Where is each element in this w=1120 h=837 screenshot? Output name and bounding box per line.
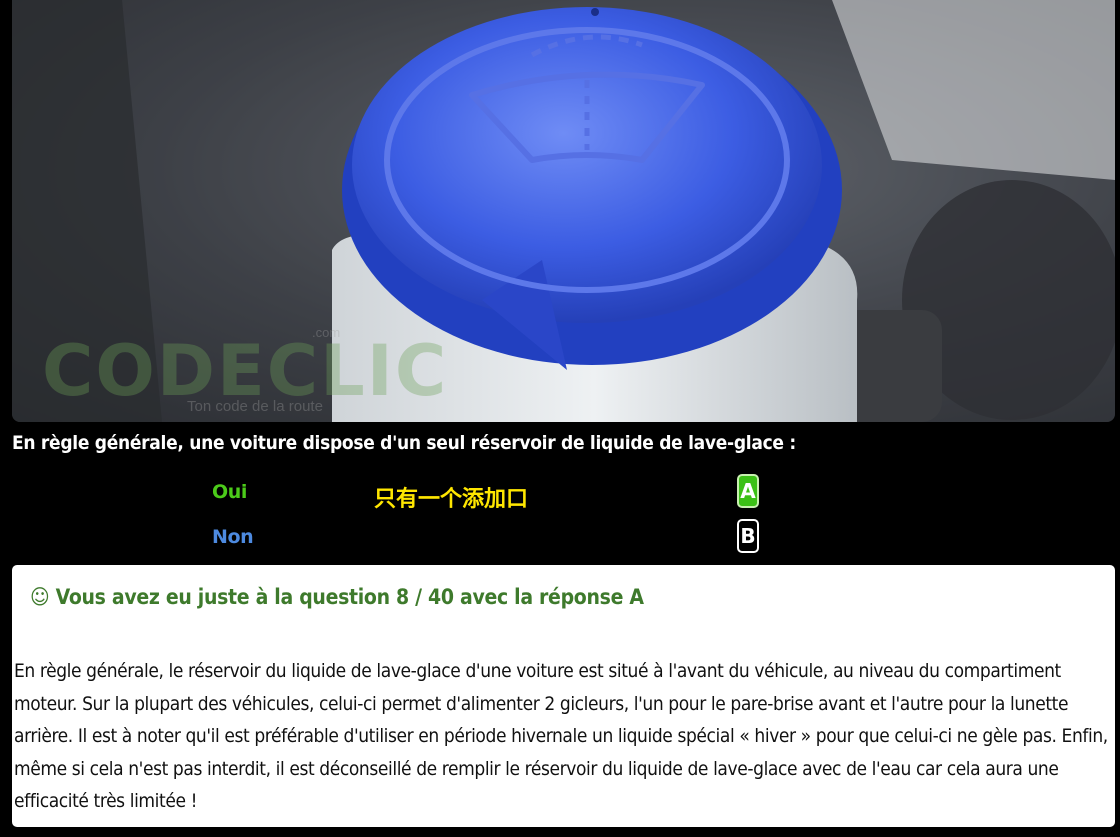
answer-b-label[interactable]: Non — [212, 526, 254, 548]
answer-b-button[interactable]: B — [737, 519, 759, 553]
result-explanation: En règle générale, le réservoir du liqui… — [14, 660, 1108, 812]
watermark-tld: .com — [312, 325, 341, 340]
answer-a-label[interactable]: Oui — [212, 481, 247, 503]
question-photo: CODECLIC .com Ton code de la route — [12, 0, 1115, 422]
answer-a-button[interactable]: A — [737, 474, 759, 508]
result-panel: ☺ Vous avez eu juste à la question 8 / 4… — [12, 565, 1115, 827]
question-text: En règle générale, une voiture dispose d… — [12, 432, 796, 454]
user-note: 只有一个添加口 — [374, 486, 529, 511]
watermark-tagline: Ton code de la route — [187, 398, 323, 415]
result-title: ☺ Vous avez eu juste à la question 8 / 4… — [30, 585, 644, 609]
